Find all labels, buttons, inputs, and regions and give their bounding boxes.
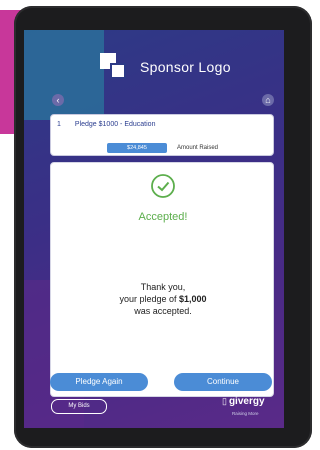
confirmation-card: Accepted! Thank you, your pledge of $1,0… [50,162,274,397]
back-button[interactable]: ‹ [52,94,64,106]
amount-raised-value: $24,845 [107,143,167,153]
check-circle-icon [151,174,175,198]
my-bids-button[interactable]: My Bids [51,399,107,414]
pledge-header: 1 Pledge $1000 - Education [57,121,155,128]
sponsor-logo-mark [96,51,132,83]
pledge-summary-card: 1 Pledge $1000 - Education $24,845 Amoun… [50,114,274,156]
givergy-brand-icon: ▯ [222,396,227,406]
chevron-left-icon: ‹ [56,95,60,105]
givergy-brand-name: givergy [228,396,265,407]
thank-line-2: your pledge of $1,000 [51,293,275,305]
givergy-tagline: Raising More [232,411,259,416]
pledge-again-button[interactable]: Pledge Again [50,373,148,391]
app-screen: Sponsor Logo ‹ ⌂ 1 Pledge $1000 - Educat… [24,30,284,428]
sponsor-logo-text: Sponsor Logo [140,59,231,75]
background-stripe [24,30,104,120]
thank-line-3: was accepted. [134,306,192,316]
accepted-label: Accepted! [138,211,188,223]
thank-amount: $1,000 [179,294,207,304]
amount-raised-label: Amount Raised [177,145,219,151]
home-icon: ⌂ [265,95,271,105]
amount-raised-row: $24,845 Amount Raised [107,143,218,153]
continue-button[interactable]: Continue [174,373,272,391]
home-button[interactable]: ⌂ [262,94,274,106]
thank-you-message: Thank you, your pledge of $1,000 was acc… [51,281,275,317]
sponsor-logo: Sponsor Logo [96,51,231,83]
pledge-title: Pledge $1000 - Education [74,121,156,128]
thank-line-2-prefix: your pledge of [119,294,179,304]
thank-line-1: Thank you, [140,282,186,292]
pledge-index: 1 [57,121,61,128]
givergy-logo: ▯ givergy [222,396,265,407]
